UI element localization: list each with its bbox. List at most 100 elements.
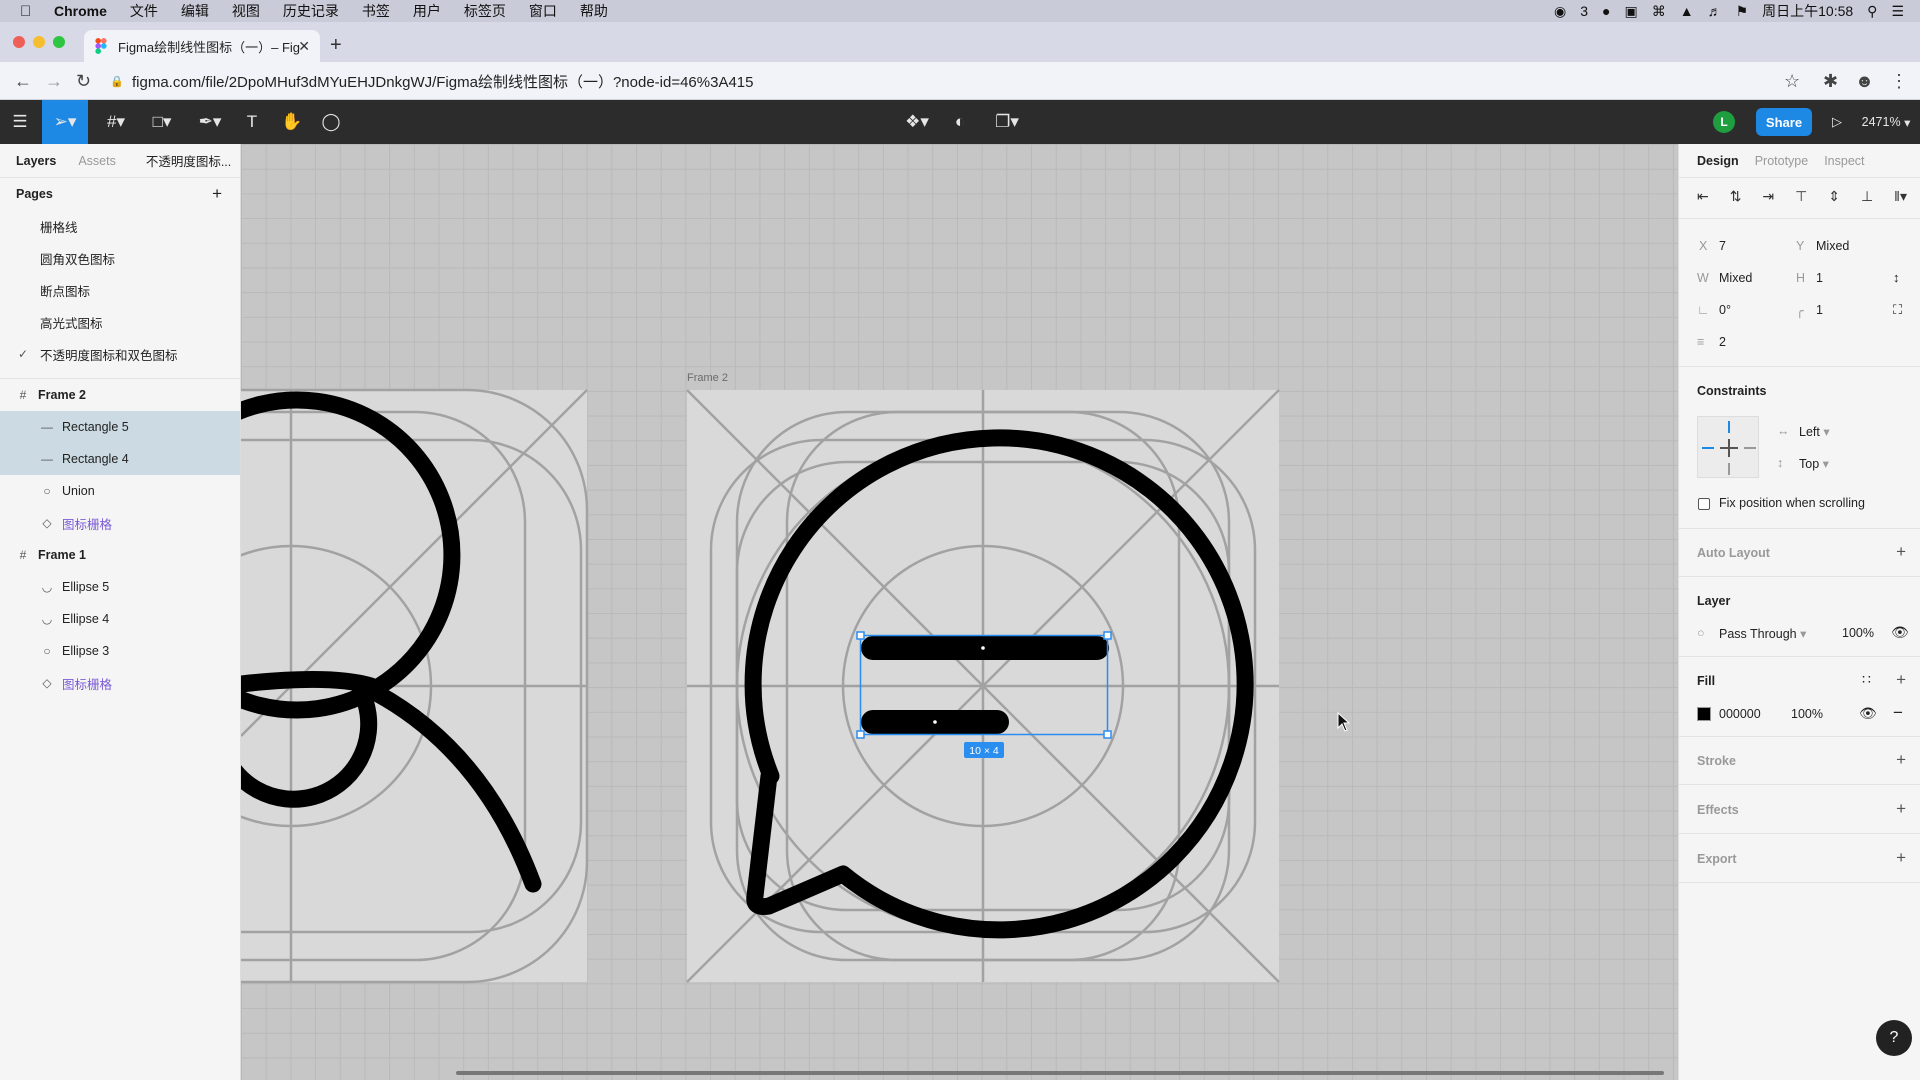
spacing-field[interactable]: 2 bbox=[1719, 335, 1726, 349]
add-stroke-icon[interactable]: + bbox=[1896, 750, 1906, 770]
volume-icon[interactable]: ♬ bbox=[1708, 3, 1722, 19]
layer-row[interactable]: ◇ 图标栅格 bbox=[0, 667, 240, 699]
constraints-widget[interactable] bbox=[1697, 416, 1759, 478]
profile-icon[interactable]: ☻ bbox=[1855, 71, 1874, 92]
design-canvas[interactable]: Frame 2 10 × 4 bbox=[241, 144, 1678, 1080]
help-button[interactable]: ? bbox=[1876, 1020, 1912, 1056]
fill-opacity-field[interactable]: 100% bbox=[1791, 707, 1823, 721]
mask-icon[interactable]: ◐ bbox=[948, 100, 972, 144]
move-tool-icon[interactable]: ➢▾ bbox=[42, 100, 88, 144]
tab-inspect[interactable]: Inspect bbox=[1824, 154, 1864, 168]
control-center-icon[interactable]: ☰ bbox=[1891, 3, 1904, 20]
wifi-icon[interactable]: ⌘ bbox=[1652, 3, 1666, 20]
layer-opacity-field[interactable]: 100% bbox=[1842, 626, 1874, 640]
bookmark-star-icon[interactable]: ☆ bbox=[1784, 71, 1800, 92]
resize-handle-top-left[interactable] bbox=[856, 631, 865, 640]
comment-tool-icon[interactable]: ◯ bbox=[318, 100, 344, 144]
layer-row[interactable]: ◡ Ellipse 5 bbox=[0, 571, 240, 603]
share-button[interactable]: Share bbox=[1756, 108, 1812, 136]
layer-row[interactable]: ○ Ellipse 3 bbox=[0, 635, 240, 667]
forward-icon[interactable]: → bbox=[45, 71, 63, 92]
fill-color-swatch[interactable] bbox=[1697, 707, 1711, 721]
resize-handle-bottom-right[interactable] bbox=[1103, 730, 1112, 739]
tab-close-icon[interactable]: ✕ bbox=[298, 38, 310, 55]
screen-icon[interactable]: ▣ bbox=[1624, 3, 1637, 20]
horizontal-constraint-select[interactable]: Left ▾ bbox=[1799, 424, 1830, 439]
text-tool-icon[interactable]: T bbox=[240, 100, 264, 144]
frame-tool-icon[interactable]: #▾ bbox=[98, 100, 134, 144]
user-avatar[interactable]: L bbox=[1713, 111, 1735, 133]
layer-row[interactable]: ◇ 图标栅格 bbox=[0, 507, 240, 539]
constrain-proportions-icon[interactable]: ↕ bbox=[1893, 270, 1900, 285]
page-item[interactable]: 高光式图标 bbox=[0, 306, 240, 338]
distribute-icon[interactable]: ‖▾ bbox=[1894, 188, 1907, 205]
frame-2[interactable]: 10 × 4 bbox=[686, 389, 1280, 983]
add-export-icon[interactable]: + bbox=[1896, 848, 1906, 868]
layer-row[interactable]: — Rectangle 5 bbox=[0, 411, 240, 443]
spotlight-search-icon[interactable]: ⚲ bbox=[1867, 3, 1877, 20]
page-item[interactable]: 断点图标 bbox=[0, 274, 240, 306]
remove-fill-icon[interactable]: − bbox=[1893, 703, 1903, 723]
align-bottom-icon[interactable]: ⊥ bbox=[1861, 188, 1873, 205]
menu-tab[interactable]: 标签页 bbox=[464, 1, 506, 21]
clock[interactable]: 周日上午10:58 bbox=[1762, 1, 1853, 21]
apple-icon[interactable]:  bbox=[20, 3, 38, 20]
constraint-bottom-bar[interactable] bbox=[1728, 463, 1730, 475]
x-field[interactable]: 7 bbox=[1719, 239, 1726, 253]
align-center-h-icon[interactable]: ⇅ bbox=[1730, 188, 1742, 205]
add-fill-icon[interactable]: + bbox=[1896, 670, 1906, 690]
page-item[interactable]: 圆角双色图标 bbox=[0, 242, 240, 274]
tab-design[interactable]: Design bbox=[1697, 154, 1739, 168]
zoom-window-icon[interactable] bbox=[53, 36, 65, 48]
fill-visibility-eye-icon[interactable]: 👁 bbox=[1859, 705, 1877, 722]
menu-history[interactable]: 历史记录 bbox=[283, 1, 339, 21]
present-icon[interactable]: ▷ bbox=[1828, 100, 1846, 144]
new-tab-icon[interactable]: + bbox=[330, 34, 342, 57]
layer-row[interactable]: — Rectangle 4 bbox=[0, 443, 240, 475]
component-icon[interactable]: ❖▾ bbox=[900, 100, 934, 144]
fill-hex-field[interactable]: 000000 bbox=[1719, 707, 1761, 721]
rectangle-5-shape[interactable] bbox=[861, 636, 1109, 660]
layer-visibility-eye-icon[interactable]: 👁 bbox=[1891, 624, 1909, 641]
browser-tab[interactable]: Figma绘制线性图标（一）– Fig ✕ bbox=[84, 30, 320, 62]
corner-radius-field[interactable]: 1 bbox=[1816, 303, 1823, 317]
menu-bookmarks[interactable]: 书签 bbox=[362, 1, 390, 21]
wechat-icon[interactable]: ◉ bbox=[1554, 3, 1566, 20]
lock-icon[interactable]: 🔒 bbox=[110, 75, 124, 88]
tab-assets[interactable]: Assets bbox=[78, 154, 116, 168]
horizontal-scrollbar[interactable] bbox=[456, 1071, 1664, 1075]
tab-layers[interactable]: Layers bbox=[16, 154, 56, 168]
extensions-icon[interactable]: ✱ bbox=[1823, 71, 1838, 92]
menu-window[interactable]: 窗口 bbox=[529, 1, 557, 21]
constraint-top-bar[interactable] bbox=[1728, 421, 1730, 433]
fill-styles-icon[interactable]: ∷ bbox=[1862, 671, 1871, 688]
close-window-icon[interactable] bbox=[13, 36, 25, 48]
main-menu-icon[interactable]: ☰ bbox=[8, 100, 32, 144]
hand-tool-icon[interactable]: ✋ bbox=[279, 100, 305, 144]
align-top-icon[interactable]: ⊤ bbox=[1795, 188, 1807, 205]
layer-frame-row[interactable]: # Frame 2 bbox=[0, 379, 240, 411]
menu-app-name[interactable]: Chrome bbox=[54, 3, 107, 19]
fix-position-checkbox[interactable] bbox=[1698, 498, 1710, 510]
constraint-right-bar[interactable] bbox=[1744, 447, 1756, 449]
address-bar[interactable]: 🔒 figma.com/file/2DpoMHuf3dMYuEHJDnkgWJ/… bbox=[110, 67, 1790, 95]
independent-corners-icon[interactable]: ⛶ bbox=[1893, 302, 1902, 318]
page-item[interactable]: 栅格线 bbox=[0, 210, 240, 242]
menu-view[interactable]: 视图 bbox=[232, 1, 260, 21]
resize-handle-bottom-left[interactable] bbox=[856, 730, 865, 739]
blend-mode-select[interactable]: Pass Through ▾ bbox=[1719, 626, 1806, 641]
layer-row[interactable]: ◡ Ellipse 4 bbox=[0, 603, 240, 635]
reload-icon[interactable]: ↻ bbox=[76, 71, 91, 92]
menu-file[interactable]: 文件 bbox=[130, 1, 158, 21]
layer-row[interactable]: ○ Union bbox=[0, 475, 240, 507]
h-field[interactable]: 1 bbox=[1816, 271, 1823, 285]
align-left-icon[interactable]: ⇤ bbox=[1697, 188, 1709, 205]
shape-tool-icon[interactable]: □▾ bbox=[144, 100, 180, 144]
menu-people[interactable]: 用户 bbox=[413, 1, 441, 21]
minimize-window-icon[interactable] bbox=[33, 36, 45, 48]
rotation-field[interactable]: 0° bbox=[1719, 303, 1731, 317]
add-auto-layout-icon[interactable]: + bbox=[1896, 542, 1906, 562]
tab-prototype[interactable]: Prototype bbox=[1755, 154, 1809, 168]
add-effect-icon[interactable]: + bbox=[1896, 799, 1906, 819]
menu-help[interactable]: 帮助 bbox=[580, 1, 608, 21]
